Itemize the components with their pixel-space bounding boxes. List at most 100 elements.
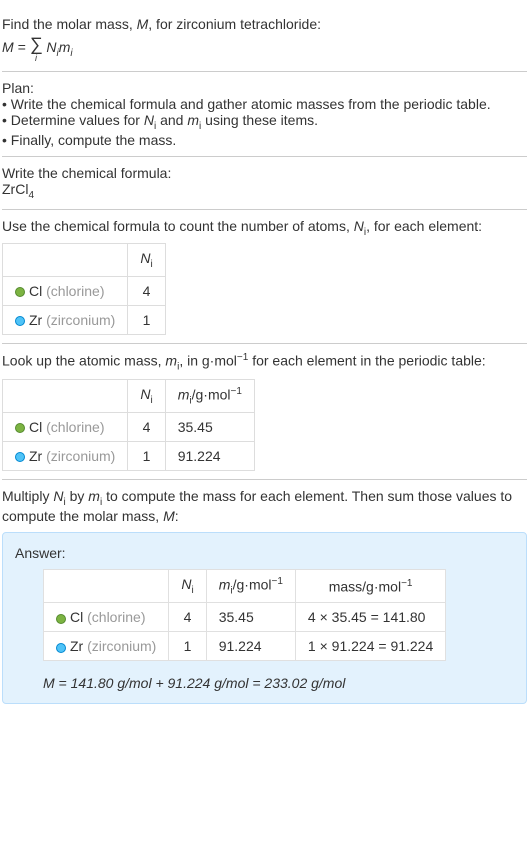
header-Ni-text: i — [150, 395, 152, 406]
m-cell: 91.224 — [206, 632, 295, 661]
formula-m-sub: i — [70, 48, 72, 59]
element-bullet-icon — [56, 643, 66, 653]
header-unit: /g·mol — [233, 577, 272, 593]
element-symbol: Zr — [29, 312, 42, 328]
mass-table: Ni mi/g·mol−1 Cl (chlorine) 4 35.45 Zr (… — [2, 379, 255, 471]
table-header-row: Ni mi/g·mol−1 — [3, 379, 255, 412]
header-N: Ni — [128, 379, 165, 412]
m-cell: 35.45 — [165, 413, 254, 442]
intro-text-a: Find the molar mass, — [2, 16, 137, 32]
header-Ni-text: i — [191, 585, 193, 596]
multiply-text: Multiply Ni by mi to compute the mass fo… — [2, 488, 527, 524]
element-bullet-icon — [15, 287, 25, 297]
m-cell: 91.224 — [165, 442, 254, 471]
plan-section: Plan: • Write the chemical formula and g… — [2, 72, 527, 157]
final-result: M = 141.80 g/mol + 91.224 g/mol = 233.02… — [43, 675, 514, 691]
intro-text-b: , for zirconium tetrachloride: — [148, 16, 321, 32]
table-header-row: Ni — [3, 244, 166, 277]
n-cell: 1 — [128, 306, 165, 335]
element-bullet-icon — [15, 452, 25, 462]
mass-title-b: , in g·mol — [179, 353, 237, 369]
element-name: (zirconium) — [87, 638, 156, 654]
element-symbol: Cl — [29, 283, 42, 299]
element-name: (zirconium) — [46, 312, 115, 328]
element-name: (zirconium) — [46, 448, 115, 464]
element-cell: Cl (chlorine) — [3, 277, 128, 306]
element-name: (chlorine) — [46, 283, 104, 299]
formula-m: m — [59, 39, 71, 55]
table-row: Zr (zirconium) 1 91.224 — [3, 442, 255, 471]
table-row: Cl (chlorine) 4 — [3, 277, 166, 306]
intro-section: Find the molar mass, M, for zirconium te… — [2, 8, 527, 72]
table-row: Zr (zirconium) 1 91.224 1 × 91.224 = 91.… — [44, 632, 446, 661]
count-title-N: N — [354, 218, 364, 234]
mass-section: Look up the atomic mass, mi, in g·mol−1 … — [2, 344, 527, 480]
plan-bullet-3: • Finally, compute the mass. — [2, 132, 527, 148]
header-N-text: N — [181, 576, 191, 592]
n-cell: 4 — [128, 413, 165, 442]
calc-cell: 1 × 91.224 = 91.224 — [295, 632, 445, 661]
element-bullet-icon — [15, 423, 25, 433]
element-cell: Zr (zirconium) — [44, 632, 169, 661]
count-table: Ni Cl (chlorine) 4 Zr (zirconium) 1 — [2, 243, 166, 335]
sigma-sub: i — [30, 53, 43, 63]
mass-title-sup: −1 — [237, 352, 248, 363]
count-title-b: , for each element: — [366, 218, 482, 234]
m-cell: 35.45 — [206, 603, 295, 632]
plan-bullet-1: • Write the chemical formula and gather … — [2, 96, 527, 112]
plan-title: Plan: — [2, 80, 527, 96]
element-bullet-icon — [15, 316, 25, 326]
element-cell: Cl (chlorine) — [3, 413, 128, 442]
answer-box: Answer: Ni mi/g·mol−1 mass/g·mol−1 Cl (c… — [2, 532, 527, 704]
multiply-d: : — [175, 508, 179, 524]
formula-N: N — [42, 39, 56, 55]
element-cell: Zr (zirconium) — [3, 442, 128, 471]
formula-lhs: M = — [2, 39, 30, 55]
mass-title: Look up the atomic mass, mi, in g·mol−1 … — [2, 352, 527, 372]
header-empty — [44, 569, 169, 602]
plan-b2-m: m — [187, 112, 199, 128]
mass-title-c: for each element in the periodic table: — [248, 353, 485, 369]
count-title-a: Use the chemical formula to count the nu… — [2, 218, 354, 234]
element-bullet-icon — [56, 614, 66, 624]
element-name: (chlorine) — [87, 609, 145, 625]
element-symbol: Cl — [70, 609, 83, 625]
header-N-text: N — [140, 386, 150, 402]
header-N: Ni — [169, 569, 206, 602]
element-cell: Cl (chlorine) — [44, 603, 169, 632]
element-cell: Zr (zirconium) — [3, 306, 128, 335]
element-symbol: Cl — [29, 419, 42, 435]
n-cell: 4 — [169, 603, 206, 632]
table-header-row: Ni mi/g·mol−1 mass/g·mol−1 — [44, 569, 446, 602]
header-empty — [3, 379, 128, 412]
header-mass-text: mass/g·mol — [329, 578, 401, 594]
plan-b2-a: • Determine values for — [2, 112, 144, 128]
element-symbol: Zr — [29, 448, 42, 464]
plan-bullet-2: • Determine values for Ni and mi using t… — [2, 112, 527, 132]
multiply-section: Multiply Ni by mi to compute the mass fo… — [2, 480, 527, 712]
plan-b2-c: using these items. — [201, 112, 318, 128]
multiply-b: by — [66, 488, 89, 504]
intro-text: Find the molar mass, M, for zirconium te… — [2, 16, 527, 32]
header-m: mi/g·mol−1 — [165, 379, 254, 412]
header-empty — [3, 244, 128, 277]
chemformula-title: Write the chemical formula: — [2, 165, 527, 181]
header-sup: −1 — [272, 576, 283, 587]
n-cell: 1 — [128, 442, 165, 471]
count-section: Use the chemical formula to count the nu… — [2, 210, 527, 345]
header-N-text: N — [140, 250, 150, 266]
multiply-N: N — [53, 488, 63, 504]
answer-table: Ni mi/g·mol−1 mass/g·mol−1 Cl (chlorine)… — [43, 569, 446, 661]
header-mass: mass/g·mol−1 — [295, 569, 445, 602]
sigma-glyph: ∑ — [30, 34, 43, 54]
header-unit: /g·mol — [192, 386, 231, 402]
multiply-a: Multiply — [2, 488, 53, 504]
mass-title-m: m — [165, 353, 177, 369]
calc-cell: 4 × 35.45 = 141.80 — [295, 603, 445, 632]
plan-b2-N: N — [144, 112, 154, 128]
chemformula-value: ZrCl4 — [2, 181, 527, 201]
sigma-symbol: ∑i — [30, 34, 43, 63]
table-row: Zr (zirconium) 1 — [3, 306, 166, 335]
table-row: Cl (chlorine) 4 35.45 4 × 35.45 = 141.80 — [44, 603, 446, 632]
chemformula-text: ZrCl — [2, 181, 28, 197]
